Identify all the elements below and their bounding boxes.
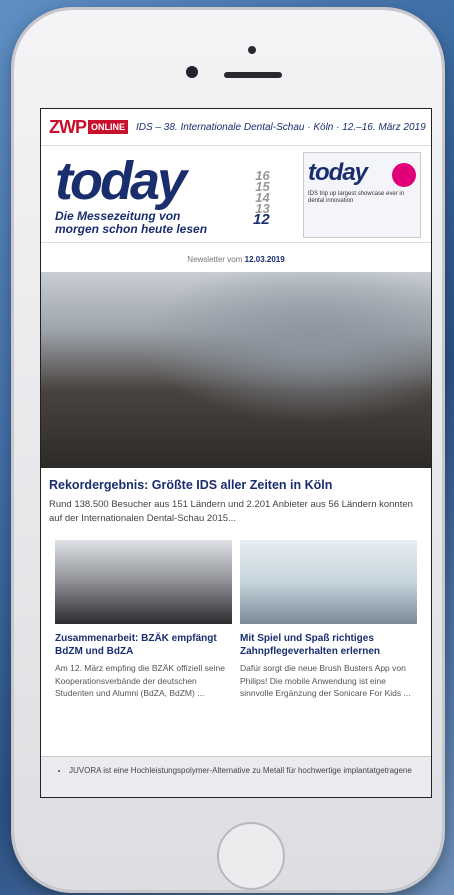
article-card[interactable]: Zusammenarbeit: BZÄK empfängt BdZM und B… [55, 540, 232, 700]
ad-list: JUVORA ist eine Hochleistungspolymer-Alt… [59, 765, 431, 777]
earpiece-speaker [224, 72, 282, 78]
article-teaser: Dafür sorgt die neue Brush Busters App v… [240, 663, 411, 698]
issue-cover-thumbnail[interactable]: today IDS trip up largest showcase ever … [303, 152, 421, 238]
article-headline[interactable]: Zusammenarbeit: BZÄK empfängt BdZM und B… [55, 632, 232, 658]
sensor-dot [248, 46, 256, 54]
brand-badge: ONLINE [88, 120, 129, 134]
home-button[interactable] [217, 822, 285, 890]
event-info: IDS – 38. Internationale Dental-Schau · … [136, 121, 426, 133]
cover-badge-icon [392, 163, 416, 187]
main-headline[interactable]: Rekordergebnis: Größte IDS aller Zeiten … [41, 468, 431, 498]
advertisement-banner[interactable]: JUVORA ist eine Hochleistungspolymer-Alt… [41, 756, 431, 797]
site-header: ZWP ONLINE IDS – 38. Internationale Dent… [41, 109, 431, 146]
article-card[interactable]: Mit Spiel und Spaß richtiges Zahnpflegev… [240, 540, 417, 700]
article-headline[interactable]: Mit Spiel und Spaß richtiges Zahnpflegev… [240, 632, 417, 658]
phone-screen: ZWP ONLINE IDS – 38. Internationale Dent… [40, 108, 432, 798]
masthead-tagline: Die Messezeitung von morgen schon heute … [55, 210, 207, 236]
brand-logo[interactable]: ZWP [49, 117, 87, 138]
ad-text: JUVORA ist eine Hochleistungspolymer-Alt… [69, 765, 431, 777]
issue-days: 16 15 14 13 12 [253, 169, 270, 228]
hero-photo[interactable] [41, 272, 431, 468]
newsletter-date-value: 12.03.2019 [244, 255, 285, 264]
masthead: today Die Messezeitung von morgen schon … [41, 146, 431, 243]
cover-text: IDS trip up largest showcase ever in den… [308, 191, 405, 204]
newsletter-prefix: Newsletter vom [187, 255, 243, 264]
main-lead: Rund 138.500 Besucher aus 151 Ländern un… [49, 499, 413, 524]
article-teaser: Am 12. März empfing die BZÄK offiziell s… [55, 663, 225, 698]
article-photo[interactable] [55, 540, 232, 624]
article-grid: Zusammenarbeit: BZÄK empfängt BdZM und B… [41, 526, 431, 700]
article-photo[interactable] [240, 540, 417, 624]
masthead-title: today [55, 151, 187, 211]
front-camera [186, 66, 198, 78]
newsletter-date: Newsletter vom 12.03.2019 [41, 243, 431, 272]
current-issue-day: 12 [253, 211, 270, 228]
tagline-line-2: morgen schon heute lesen [55, 222, 208, 236]
